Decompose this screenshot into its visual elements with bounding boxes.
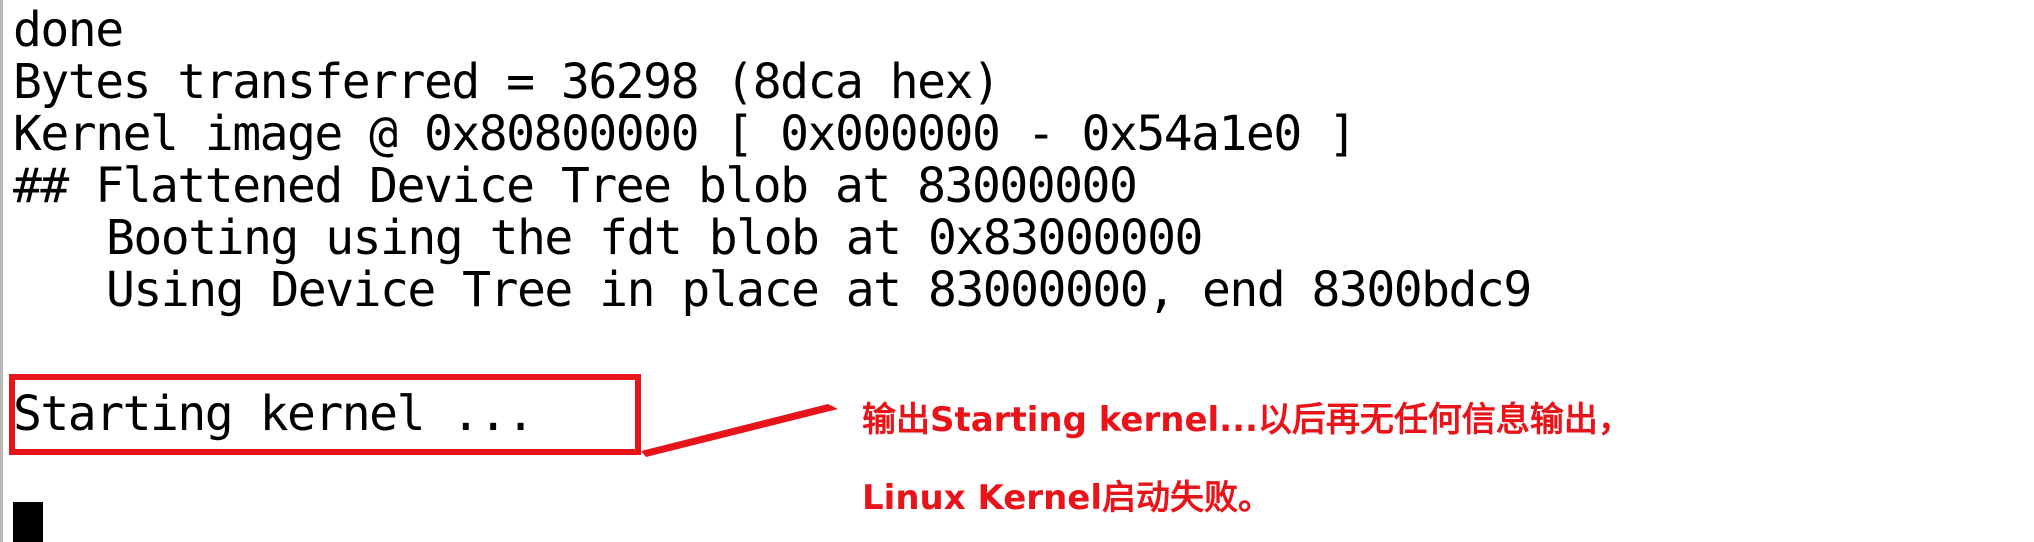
annotation-text-line-1: 输出Starting kernel...以后再无任何信息输出， [862,400,1632,440]
terminal-line-booting-fdt: Booting using the fdt blob at 0x83000000 [106,210,1203,266]
terminal-line-fdt-blob: ## Flattened Device Tree blob at 8300000… [13,158,1138,214]
terminal-line-bytes-transferred: Bytes transferred = 36298 (8dca hex) [13,54,1001,110]
annotation-text-line-2: Linux Kernel启动失败。 [862,478,1272,518]
terminal-window: done Bytes transferred = 36298 (8dca hex… [0,0,2034,542]
terminal-line-device-tree-in-place: Using Device Tree in place at 83000000, … [106,262,1532,318]
terminal-cursor [13,502,43,542]
highlight-box-starting-kernel [9,374,641,455]
terminal-line-kernel-image: Kernel image @ 0x80800000 [ 0x000000 - 0… [13,106,1357,162]
terminal-line-done: done [13,2,124,58]
